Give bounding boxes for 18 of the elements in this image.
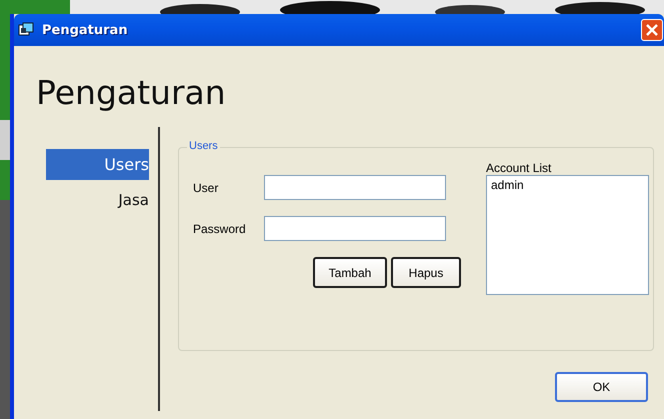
input-field[interactable] — [264, 216, 446, 241]
window-icon — [18, 22, 34, 38]
field-label: Password — [193, 222, 247, 236]
list-item[interactable]: admin — [491, 178, 644, 192]
action-button[interactable]: Hapus — [391, 257, 461, 288]
close-icon — [645, 23, 659, 37]
action-button[interactable]: Tambah — [313, 257, 387, 288]
account-list[interactable]: admin — [486, 175, 649, 295]
sidebar-item[interactable]: Users — [46, 149, 149, 180]
group-title: Users — [187, 140, 220, 152]
field-label: User — [193, 180, 220, 194]
page-heading: Pengaturan — [36, 73, 227, 113]
close-button[interactable] — [641, 19, 663, 41]
input-field[interactable] — [264, 175, 446, 200]
ok-button[interactable]: OK — [555, 372, 648, 402]
window-title: Pengaturan — [42, 22, 128, 38]
list-label: Account List — [486, 161, 552, 175]
sidebar-item[interactable]: Jasa — [46, 188, 149, 212]
